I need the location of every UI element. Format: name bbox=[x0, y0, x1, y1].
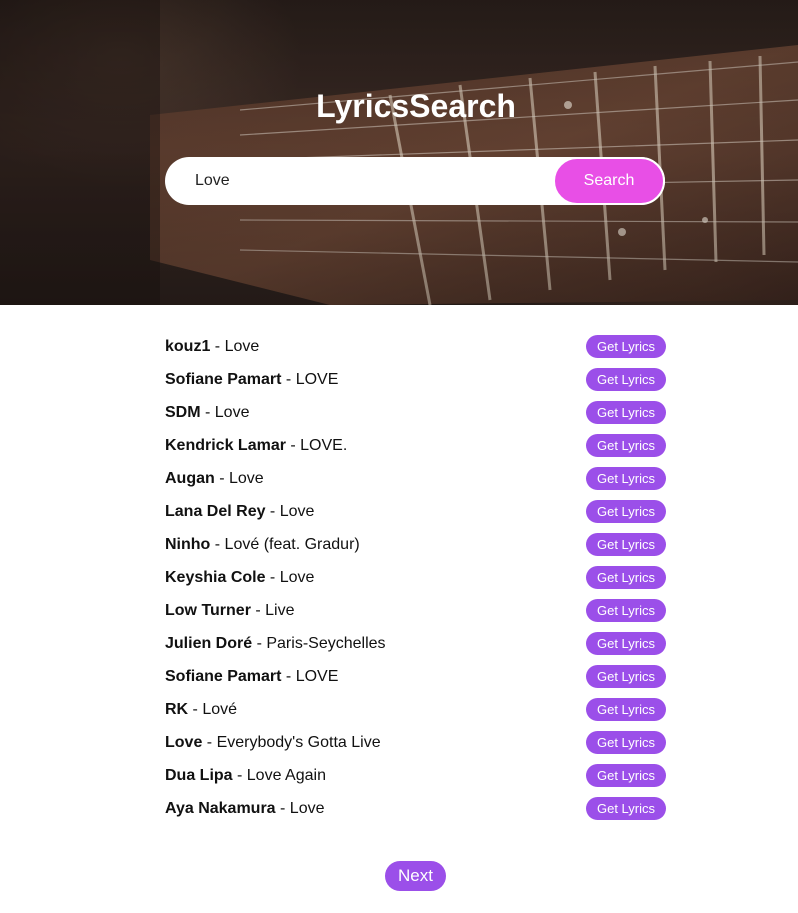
result-row: Love - Everybody's Gotta Live Get Lyrics bbox=[165, 726, 666, 759]
get-lyrics-button[interactable]: Get Lyrics bbox=[586, 599, 666, 622]
separator: - bbox=[265, 502, 280, 520]
separator: - bbox=[210, 535, 225, 553]
separator: - bbox=[285, 436, 301, 454]
separator: - bbox=[275, 799, 290, 817]
result-row: Augan - Love Get Lyrics bbox=[165, 462, 666, 495]
get-lyrics-button[interactable]: Get Lyrics bbox=[586, 500, 666, 523]
song-title: Paris-Seychelles bbox=[266, 634, 386, 652]
results-list: kouz1 - Love Get Lyrics Sofiane Pamart - L… bbox=[165, 330, 666, 825]
song-info: Dua Lipa - Love Again bbox=[165, 767, 326, 785]
artist-name: Keyshia Cole bbox=[165, 568, 266, 586]
result-row: kouz1 - Love Get Lyrics bbox=[165, 330, 666, 363]
result-row: Sofiane Pamart - LOVE Get Lyrics bbox=[165, 363, 666, 396]
hero-overlay bbox=[0, 0, 798, 305]
result-row: Aya Nakamura - Love Get Lyrics bbox=[165, 792, 666, 825]
separator: - bbox=[200, 403, 215, 421]
get-lyrics-button[interactable]: Get Lyrics bbox=[586, 632, 666, 655]
get-lyrics-button[interactable]: Get Lyrics bbox=[586, 335, 666, 358]
artist-name: Love bbox=[165, 733, 203, 751]
artist-name: Julien Doré bbox=[165, 634, 253, 652]
song-title: Love bbox=[224, 337, 260, 355]
get-lyrics-button[interactable]: Get Lyrics bbox=[586, 731, 666, 754]
song-title: Love bbox=[279, 502, 315, 520]
artist-name: Dua Lipa bbox=[165, 766, 233, 784]
song-info: RK - Lové bbox=[165, 701, 237, 719]
song-info: Augan - Love bbox=[165, 470, 264, 488]
get-lyrics-button[interactable]: Get Lyrics bbox=[586, 434, 666, 457]
result-row: RK - Lové Get Lyrics bbox=[165, 693, 666, 726]
song-info: Keyshia Cole - Love bbox=[165, 569, 314, 587]
next-page-button[interactable]: Next bbox=[385, 861, 446, 891]
get-lyrics-button[interactable]: Get Lyrics bbox=[586, 467, 666, 490]
result-row: Low Turner - Live Get Lyrics bbox=[165, 594, 666, 627]
song-title: Love bbox=[229, 469, 264, 487]
artist-name: Low Turner bbox=[165, 601, 251, 619]
page-title: LyricsSearch bbox=[316, 88, 516, 124]
artist-name: Lana Del Rey bbox=[165, 502, 266, 520]
separator: - bbox=[214, 469, 229, 487]
result-row: Sofiane Pamart - LOVE Get Lyrics bbox=[165, 660, 666, 693]
song-title: Love bbox=[279, 568, 315, 586]
get-lyrics-button[interactable]: Get Lyrics bbox=[586, 797, 666, 820]
song-info: Sofiane Pamart - LOVE bbox=[165, 371, 338, 389]
song-title: LOVE bbox=[295, 667, 339, 685]
song-info: Kendrick Lamar - LOVE. bbox=[165, 437, 347, 455]
separator: - bbox=[252, 634, 267, 652]
get-lyrics-button[interactable]: Get Lyrics bbox=[586, 764, 666, 787]
get-lyrics-button[interactable]: Get Lyrics bbox=[586, 401, 666, 424]
result-row: Keyshia Cole - Love Get Lyrics bbox=[165, 561, 666, 594]
song-info: SDM - Love bbox=[165, 404, 249, 422]
separator: - bbox=[281, 370, 296, 388]
search-button[interactable]: Search bbox=[553, 157, 665, 205]
separator: - bbox=[265, 568, 280, 586]
separator: - bbox=[250, 601, 266, 619]
song-info: kouz1 - Love bbox=[165, 338, 259, 356]
result-row: Lana Del Rey - Love Get Lyrics bbox=[165, 495, 666, 528]
artist-name: Sofiane Pamart bbox=[165, 370, 282, 388]
artist-name: Kendrick Lamar bbox=[165, 436, 286, 454]
artist-name: Ninho bbox=[165, 535, 211, 553]
hero-banner: LyricsSearch Search bbox=[0, 0, 798, 305]
song-info: Aya Nakamura - Love bbox=[165, 800, 325, 818]
song-info: Julien Doré - Paris-Seychelles bbox=[165, 635, 386, 653]
separator: - bbox=[281, 667, 296, 685]
song-info: Ninho - Lové (feat. Gradur) bbox=[165, 536, 360, 554]
song-title: Love bbox=[214, 403, 250, 421]
search-input[interactable] bbox=[195, 157, 545, 205]
separator: - bbox=[202, 733, 217, 751]
search-form: Search bbox=[165, 157, 665, 205]
song-title: Everybody's Gotta Live bbox=[216, 733, 381, 751]
song-title: LOVE bbox=[295, 370, 339, 388]
separator: - bbox=[210, 337, 225, 355]
song-title: Lové bbox=[202, 700, 238, 718]
get-lyrics-button[interactable]: Get Lyrics bbox=[586, 368, 666, 391]
get-lyrics-button[interactable]: Get Lyrics bbox=[586, 698, 666, 721]
artist-name: Aya Nakamura bbox=[165, 799, 276, 817]
result-row: SDM - Love Get Lyrics bbox=[165, 396, 666, 429]
get-lyrics-button[interactable]: Get Lyrics bbox=[586, 665, 666, 688]
song-title: Love bbox=[289, 799, 325, 817]
result-row: Dua Lipa - Love Again Get Lyrics bbox=[165, 759, 666, 792]
song-info: Sofiane Pamart - LOVE bbox=[165, 668, 338, 686]
get-lyrics-button[interactable]: Get Lyrics bbox=[586, 533, 666, 556]
song-title: Love Again bbox=[246, 766, 326, 784]
get-lyrics-button[interactable]: Get Lyrics bbox=[586, 566, 666, 589]
song-info: Low Turner - Live bbox=[165, 602, 295, 620]
song-title: Lové (feat. Gradur) bbox=[224, 535, 360, 553]
artist-name: Augan bbox=[165, 469, 215, 487]
result-row: Julien Doré - Paris-Seychelles Get Lyrics bbox=[165, 627, 666, 660]
song-info: Love - Everybody's Gotta Live bbox=[165, 734, 381, 752]
result-row: Kendrick Lamar - LOVE. Get Lyrics bbox=[165, 429, 666, 462]
result-row: Ninho - Lové (feat. Gradur) Get Lyrics bbox=[165, 528, 666, 561]
artist-name: Sofiane Pamart bbox=[165, 667, 282, 685]
separator: - bbox=[188, 700, 203, 718]
artist-name: SDM bbox=[165, 403, 201, 421]
song-title: LOVE. bbox=[300, 436, 348, 454]
separator: - bbox=[232, 766, 247, 784]
artist-name: RK bbox=[165, 700, 189, 718]
song-title: Live bbox=[265, 601, 295, 619]
artist-name: kouz1 bbox=[165, 337, 211, 355]
song-info: Lana Del Rey - Love bbox=[165, 503, 314, 521]
